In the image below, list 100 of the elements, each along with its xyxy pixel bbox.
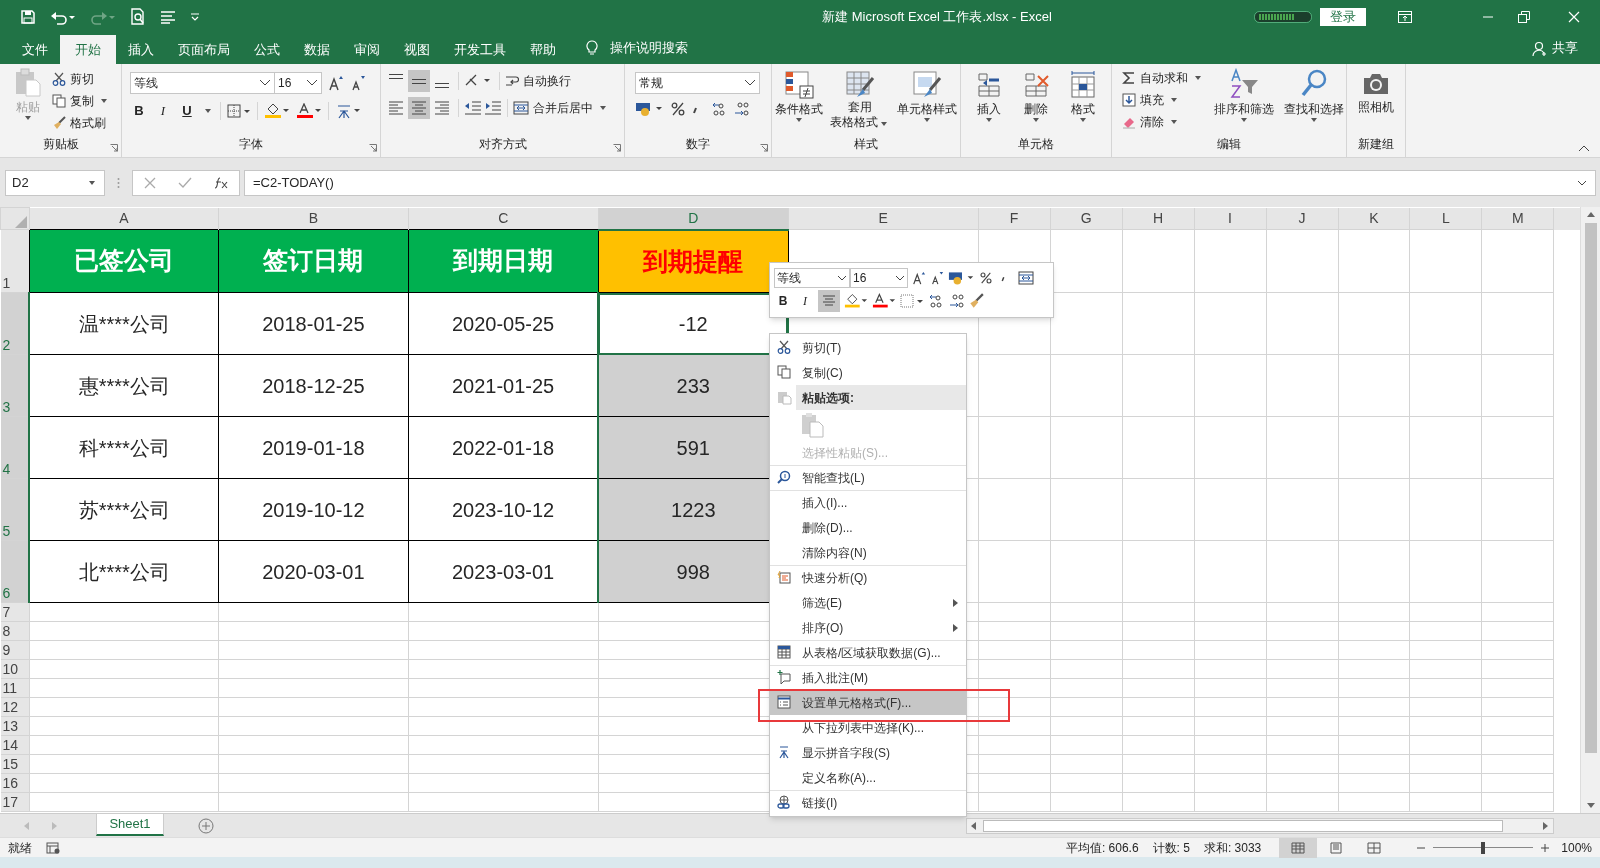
menu-item[interactable]: 从下拉列表中选择(K)... — [770, 715, 966, 740]
conditional-formatting-button[interactable]: 条件格式 — [775, 70, 824, 135]
number-format-field[interactable]: 常规 — [635, 72, 760, 94]
add-sheet-icon[interactable] — [198, 817, 214, 834]
font-name-field[interactable]: 等线 — [774, 268, 850, 288]
shrink-font-icon[interactable] — [350, 75, 366, 91]
row-header[interactable]: 11 — [0, 678, 30, 698]
row-header[interactable]: 9 — [0, 640, 30, 660]
copy-button[interactable]: 复制 — [52, 91, 110, 110]
ribbon-tab[interactable]: 帮助 — [518, 35, 568, 64]
column-header[interactable]: K — [1338, 207, 1410, 230]
sort-filter-button[interactable]: 排序和筛选 — [1214, 68, 1274, 135]
column-header[interactable]: E — [788, 207, 979, 230]
horizontal-scrollbar[interactable] — [966, 817, 1554, 834]
font-size-field[interactable]: 16 — [850, 268, 908, 288]
decrease-decimal-icon[interactable] — [733, 101, 749, 117]
column-header[interactable]: J — [1266, 207, 1338, 230]
row-header[interactable]: 16 — [0, 773, 30, 793]
login-button[interactable]: 登录 — [1320, 7, 1366, 26]
ribbon-tab[interactable]: 开发工具 — [442, 35, 518, 64]
column-header[interactable]: I — [1194, 207, 1267, 230]
collapse-ribbon-icon[interactable] — [1578, 145, 1590, 152]
format-painter-button[interactable]: 格式刷 — [52, 113, 110, 132]
insert-cells-button[interactable]: 插入 — [974, 70, 1003, 135]
ribbon-tab[interactable]: 页面布局 — [166, 35, 242, 64]
cut-button[interactable]: 剪切 — [52, 69, 110, 88]
ribbon-tab[interactable]: 公式 — [242, 35, 292, 64]
increase-decimal-icon[interactable] — [928, 293, 944, 309]
currency-icon[interactable] — [948, 270, 976, 286]
column-header[interactable]: A — [29, 207, 219, 230]
middle-align-button[interactable] — [408, 70, 430, 92]
font-name-field[interactable]: 等线 — [130, 72, 275, 94]
zoom-percent[interactable]: 100% — [1561, 838, 1592, 857]
lightbulb-icon[interactable] — [586, 40, 598, 56]
merge-center-button[interactable]: 合并后居中 — [513, 99, 609, 117]
zoom-slider-thumb[interactable] — [1481, 841, 1486, 854]
column-header[interactable]: L — [1409, 207, 1482, 230]
column-header[interactable]: B — [218, 207, 409, 230]
fill-color-icon[interactable] — [844, 293, 868, 309]
find-select-button[interactable]: 查找和选择 — [1284, 68, 1344, 135]
column-header[interactable]: H — [1122, 207, 1195, 230]
format-as-table-button[interactable]: 套用 表格格式 — [830, 70, 890, 135]
sheet-tab[interactable]: Sheet1 — [96, 813, 164, 836]
grow-font-icon[interactable] — [328, 75, 344, 91]
ribbon-tab[interactable]: 视图 — [392, 35, 442, 64]
scroll-left-icon[interactable] — [971, 821, 977, 830]
bold-button[interactable]: B — [130, 101, 148, 121]
wrap-text-button[interactable]: 自动换行 — [505, 72, 571, 90]
autosum-button[interactable]: 自动求和 — [1122, 68, 1204, 87]
bold-button[interactable]: B — [774, 292, 792, 310]
delete-cells-button[interactable]: 删除 — [1022, 70, 1050, 135]
font-color-icon[interactable] — [296, 102, 322, 119]
menu-item[interactable]: 插入(I)... — [770, 490, 966, 515]
fill-button[interactable]: 填充 — [1122, 90, 1204, 109]
insert-function-icon[interactable] — [214, 176, 228, 189]
row-header[interactable]: 5 — [0, 478, 30, 541]
phonetic-guide-icon[interactable] — [335, 102, 361, 119]
vertical-scrollbar[interactable] — [1580, 207, 1600, 813]
dialog-launcher-icon[interactable] — [613, 144, 621, 152]
menu-item[interactable]: 链接(I) — [770, 790, 966, 815]
tell-me-search[interactable]: 操作说明搜索 — [610, 37, 688, 57]
row-header[interactable]: 1 — [0, 229, 30, 293]
ribbon-tab[interactable]: 数据 — [292, 35, 342, 64]
row-header[interactable]: 2 — [0, 292, 30, 355]
column-header[interactable]: C — [408, 207, 599, 230]
name-box[interactable]: D2 — [5, 169, 105, 196]
menu-item[interactable]: 显示拼音字段(S) — [770, 740, 966, 765]
scroll-down-icon[interactable] — [1586, 803, 1595, 809]
ribbon-tab[interactable]: 插入 — [116, 35, 166, 64]
ribbon-tab[interactable]: 文件 — [10, 35, 60, 64]
menu-item[interactable]: 定义名称(A)... — [770, 765, 966, 790]
scroll-up-icon[interactable] — [1586, 211, 1595, 217]
column-header[interactable]: F — [978, 207, 1051, 230]
row-header[interactable]: 17 — [0, 792, 30, 812]
increase-indent-icon[interactable] — [484, 100, 502, 116]
print-preview-icon[interactable] — [130, 8, 146, 25]
zoom-slider-track[interactable] — [1433, 841, 1534, 854]
row-header[interactable]: 6 — [0, 540, 30, 603]
ribbon-tab[interactable]: 开始 — [60, 35, 116, 64]
row-header[interactable]: 10 — [0, 659, 30, 679]
dialog-launcher-icon[interactable] — [760, 144, 768, 152]
grow-font-icon[interactable] — [912, 271, 926, 285]
cell-styles-button[interactable]: 单元格样式 — [896, 70, 957, 135]
camera-button[interactable]: 照相机 — [1358, 70, 1394, 135]
row-header[interactable]: 3 — [0, 354, 30, 417]
zoom-in-icon[interactable] — [1541, 843, 1550, 852]
underline-button[interactable]: U — [178, 101, 196, 121]
font-color-icon[interactable] — [872, 293, 896, 309]
font-size-field[interactable]: 16 — [275, 72, 322, 94]
row-header[interactable]: 14 — [0, 735, 30, 755]
save-icon[interactable] — [20, 8, 36, 25]
macro-record-icon[interactable] — [46, 841, 60, 854]
check-icon[interactable] — [178, 176, 192, 189]
ribbon-display-icon[interactable] — [1398, 10, 1412, 23]
column-header[interactable]: M — [1481, 207, 1554, 230]
decrease-indent-icon[interactable] — [464, 100, 482, 116]
share-button[interactable]: 共享 — [1552, 37, 1578, 57]
borders-icon[interactable] — [227, 103, 251, 118]
increase-decimal-icon[interactable] — [711, 101, 727, 117]
merge-cells-icon[interactable] — [1018, 271, 1034, 285]
